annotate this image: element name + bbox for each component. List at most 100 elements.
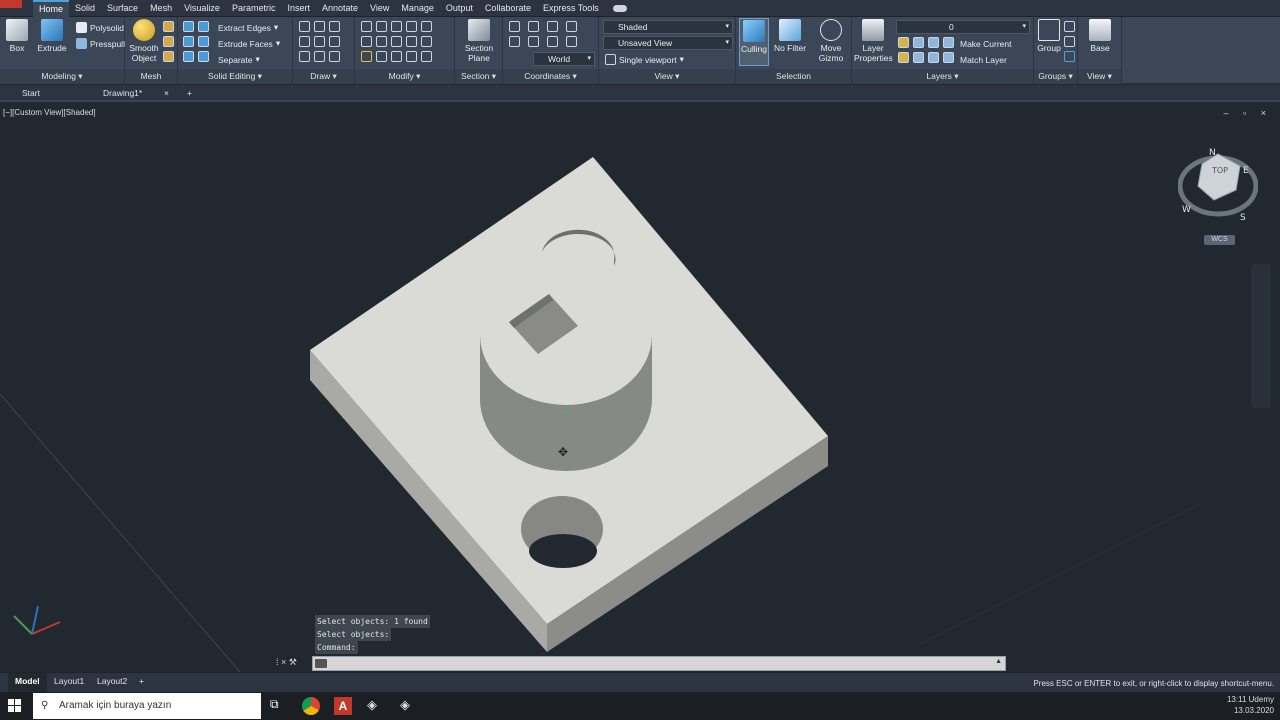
subtract-icon[interactable] [183,36,194,47]
mesh-tool-icon[interactable] [163,36,174,47]
task-view-icon[interactable]: ⧉ [270,697,288,715]
tab-close-button[interactable]: × [164,85,169,102]
layer-properties-button[interactable]: Layer Properties [854,19,893,63]
app-icon[interactable]: ◈ [400,697,418,715]
extrude-button[interactable]: Extrude [36,19,68,53]
ucs-view-icon[interactable] [566,21,577,32]
tab-drawing1[interactable]: Drawing1* [103,85,142,102]
polyline-icon[interactable] [314,21,325,32]
panel-title-selection[interactable]: Selection [736,69,851,84]
command-history-toggle-icon[interactable]: ▲ [995,658,1002,665]
chrome-icon[interactable] [302,697,320,715]
construction-line-icon[interactable] [314,36,325,47]
group-button[interactable]: Group [1036,19,1062,53]
extrude-faces-button[interactable]: Extrude Faces ▾ [218,36,280,51]
ucs-origin-icon[interactable] [528,21,539,32]
panel-title-mesh[interactable]: Mesh [125,69,177,84]
tab-solid[interactable]: Solid [69,0,101,17]
viewcube[interactable]: TOP N E S W [1177,146,1259,226]
fillet-icon[interactable] [421,36,432,47]
system-tray[interactable]: 13:11 Udemy 13.03.2020 [1227,694,1274,716]
panel-title-modeling[interactable]: Modeling ▾ [0,69,124,84]
mesh-tool-icon[interactable] [163,51,174,62]
panel-title-view[interactable]: View ▾ [599,69,735,84]
windows-start-icon[interactable] [8,697,26,715]
polygon-icon[interactable] [299,51,310,62]
panel-title-coordinates[interactable]: Coordinates ▾ [503,69,598,84]
taskbar-search-input[interactable]: ⚲ Aramak için buraya yazın [33,693,261,719]
command-icon[interactable] [315,659,327,668]
tab-annotate[interactable]: Annotate [316,0,364,17]
compass-n[interactable]: N [1209,148,1216,158]
panel-title-groups[interactable]: Groups ▾ [1034,69,1077,84]
tab-model[interactable]: Model [8,673,47,692]
align-icon[interactable] [376,36,387,47]
union-icon[interactable] [183,21,194,32]
layer-tool-icon[interactable] [928,52,939,63]
ellipse-icon[interactable] [329,51,340,62]
tab-parametric[interactable]: Parametric [226,0,282,17]
base-button[interactable]: Base [1086,19,1114,53]
tab-visualize[interactable]: Visualize [178,0,226,17]
arc-icon[interactable] [329,21,340,32]
compass-e[interactable]: E [1243,166,1249,176]
group-select-icon[interactable] [1064,51,1075,62]
ungroup-icon[interactable] [1064,21,1075,32]
mirror-icon[interactable] [361,21,372,32]
navigation-bar[interactable] [1251,264,1271,408]
autocad-taskbar-icon[interactable]: A [334,697,352,715]
visual-style-dropdown[interactable]: Shaded ▾ [603,20,733,34]
ribbon-toggle-icon[interactable] [612,5,627,12]
properties-icon[interactable] [421,51,432,62]
extract-edges-button[interactable]: Extract Edges ▾ [218,20,278,35]
named-view-dropdown[interactable]: Unsaved View ▾ [603,36,733,50]
ucs-face-icon[interactable] [528,36,539,47]
panel-title-draw[interactable]: Draw ▾ [293,69,354,84]
autocad-logo[interactable] [0,0,22,8]
separate-button[interactable]: Separate ▾ [218,52,260,67]
tab-start[interactable]: Start [22,85,40,102]
rotate-icon[interactable] [376,21,387,32]
command-line-input[interactable]: ▲ [312,656,1006,671]
tab-output[interactable]: Output [440,0,479,17]
tab-view[interactable]: View [364,0,395,17]
scale-icon[interactable] [391,51,402,62]
new-tab-button[interactable]: + [187,85,192,102]
no-filter-button[interactable]: No Filter [773,19,807,53]
offset-icon[interactable] [406,36,417,47]
tab-layout1[interactable]: Layout1 [54,673,84,692]
mesh-tool-icon[interactable] [163,21,174,32]
move-icon[interactable] [391,21,402,32]
panel-title-view-base[interactable]: View ▾ [1078,69,1121,84]
layer-dropdown[interactable]: 0 ▾ [896,20,1030,34]
ucs-icon[interactable] [509,21,520,32]
stretch-icon[interactable] [376,51,387,62]
ucs-x-icon[interactable] [547,21,558,32]
layer-tool-icon[interactable] [898,37,909,48]
slice-icon[interactable] [198,36,209,47]
erase-icon[interactable] [361,51,372,62]
tab-manage[interactable]: Manage [395,0,440,17]
thicken-icon[interactable] [198,51,209,62]
presspull-button[interactable]: Presspull [76,36,125,51]
layer-tool-icon[interactable] [913,52,924,63]
ucs-y-icon[interactable] [547,36,558,47]
viewport-config-button[interactable]: Single viewport ▾ [605,52,684,67]
rotate3d-icon[interactable] [391,36,402,47]
layer-tool-icon[interactable] [898,52,909,63]
tab-express-tools[interactable]: Express Tools [537,0,605,17]
wcs-menu[interactable]: WCS [1204,235,1235,245]
tab-mesh[interactable]: Mesh [144,0,178,17]
panel-title-modify[interactable]: Modify ▾ [355,69,454,84]
smooth-object-button[interactable]: Smooth Object [128,19,160,63]
section-plane-button[interactable]: Section Plane [461,19,497,63]
layer-tool-icon[interactable] [943,37,954,48]
panel-title-section[interactable]: Section ▾ [455,69,502,84]
app-icon[interactable]: ◈ [367,697,385,715]
panel-title-solid-editing[interactable]: Solid Editing ▾ [178,69,292,84]
group-edit-icon[interactable] [1064,36,1075,47]
trim-icon[interactable] [421,21,432,32]
tab-home[interactable]: Home [33,0,70,17]
layer-tool-icon[interactable] [943,52,954,63]
layer-tool-icon[interactable] [928,37,939,48]
